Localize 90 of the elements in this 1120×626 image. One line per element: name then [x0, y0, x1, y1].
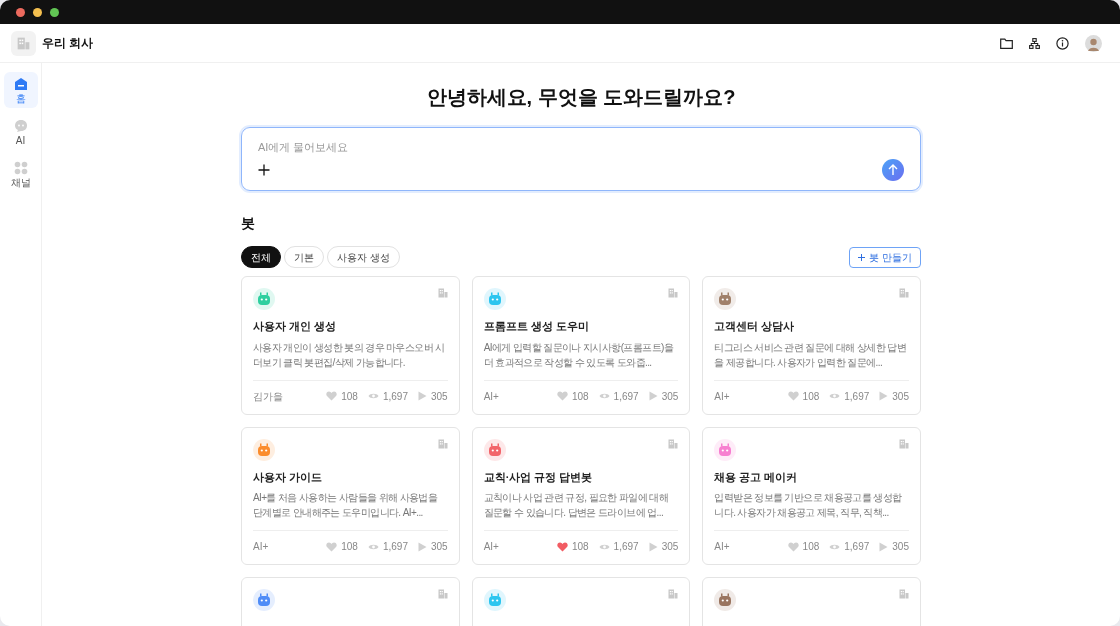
bot-author: AI+: [483, 389, 499, 404]
bot-author: AI+: [714, 389, 730, 404]
building-icon: [899, 589, 909, 599]
view-count: 1,697: [613, 389, 639, 404]
plus-icon: [858, 253, 866, 261]
bot-author: 김가을: [253, 389, 283, 404]
bot-card[interactable]: 사용자 개인 생성 사용자 개인이 생성한 봇의 경우 마우스오버 시 더보기 클릭 봇편집/삭제 가능합니다. 김가을 108 1,697 305: [241, 276, 460, 415]
bot-description: 교칙이나 사업 관련 규정, 필요한 파일에 대해 질문할 수 있습니다. 답변은 드라이브에 업...: [483, 491, 670, 520]
bot-title: 사용자 가이드: [253, 469, 324, 485]
view-count: 1,697: [382, 540, 408, 554]
bot-description: AI+를 처음 사용하는 사람들을 위해 사용법을 단계별로 안내해주는 도우미입니다. AI+...: [253, 491, 439, 520]
filter-tab[interactable]: 사용자 생성: [327, 246, 400, 268]
sidebar-item[interactable]: AI: [3, 114, 38, 150]
play-icon: [648, 391, 658, 401]
sidebar-item[interactable]: 채널: [3, 156, 38, 192]
view-count: 1,697: [844, 540, 870, 554]
run-count: 305: [661, 540, 679, 554]
prompt-field[interactable]: AI에게 물어보세요: [241, 127, 921, 191]
building-icon: [899, 288, 909, 298]
building-icon: [437, 589, 448, 599]
greeting-heading: 안녕하세요, 무엇을 도와드릴까요?: [425, 85, 737, 110]
building-icon: [437, 438, 448, 449]
bot-title: 채용 공고 메이커: [714, 469, 799, 485]
run-count: 305: [661, 389, 679, 404]
maximize-window-button[interactable]: [50, 7, 59, 17]
bot-card[interactable]: 교칙·사업 규정 답변봇 교칙이나 사업 관련 규정, 필요한 파일에 대해 질문할 수 있습니다. 답변은 드라이브에 업... AI+ 108 1,697 305: [471, 426, 691, 565]
like-count: 108: [802, 540, 820, 554]
view-count: 1,697: [382, 389, 408, 404]
building-icon: [899, 438, 909, 449]
folder-icon[interactable]: [1000, 37, 1013, 49]
home-icon: [13, 76, 28, 91]
create-bot-button[interactable]: 봇 만들기: [849, 246, 921, 268]
building-icon: [17, 36, 30, 50]
like-count: 108: [341, 540, 358, 554]
bot-description: AI에게 입력할 질문이나 지시사항(프롬프트)을 더 효과적으로 작성할 수 있도록 도와줍...: [483, 340, 675, 370]
eye-icon: [829, 542, 841, 551]
like-count: 108: [571, 389, 589, 404]
bot-author: AI+: [483, 540, 499, 554]
filter-tab[interactable]: 기본: [284, 246, 324, 268]
sidebar-item[interactable]: 홈: [3, 72, 38, 108]
building-icon: [668, 438, 679, 449]
bot-title: 고객센터 상담사: [714, 319, 796, 334]
like-count: 108: [341, 389, 358, 404]
play-icon: [648, 541, 658, 552]
bot-card[interactable]: 프롬프트 생성 도우미 AI에게 입력할 질문이나 지시사항(프롬프트)을 더 효과적으로 작성할 수 있도록 도와줍... AI+ 108 1,697 305: [471, 276, 691, 415]
filter-tab[interactable]: 전체: [241, 246, 281, 268]
prompt-input[interactable]: AI에게 물어보세요: [258, 139, 904, 156]
eye-icon: [829, 392, 841, 400]
bot-author: AI+: [253, 540, 269, 554]
bot-card[interactable]: 채용 공고 메이커 입력받은 정보를 기반으로 채용공고를 생성합니다. 사용자가 채용공고 제목, 직무, 직책... AI+ 108 1,697 305: [702, 426, 921, 565]
grid-icon: [13, 160, 28, 175]
info-icon[interactable]: [1056, 36, 1069, 50]
eye-icon: [598, 392, 610, 400]
view-count: 1,697: [613, 540, 639, 554]
run-count: 305: [892, 389, 909, 404]
bot-description: 입력받은 정보를 기반으로 채용공고를 생성합니다. 사용자가 채용공고 제목, 직무, 직책...: [714, 491, 903, 520]
eye-icon: [367, 392, 379, 400]
play-icon: [879, 391, 889, 401]
run-count: 305: [892, 540, 909, 554]
minimize-window-button[interactable]: [33, 7, 42, 17]
bot-card[interactable]: 고객센터 상담사 티그리스 서비스 관련 질문에 대해 상세한 답변을 제공합니다. 사용자가 입력한 질문에... AI+ 108 1,697 305: [702, 276, 921, 415]
bot-description: 사용자 개인이 생성한 봇의 경우 마우스오버 시 더보기 클릭 봇편집/삭제 가능합니다.: [253, 340, 446, 370]
send-button[interactable]: [882, 159, 904, 181]
plus-icon[interactable]: [258, 164, 270, 176]
section-title: 봇: [241, 214, 256, 233]
eye-icon: [367, 542, 379, 551]
close-window-button[interactable]: [16, 7, 25, 17]
bot-author: AI+: [714, 540, 730, 554]
bot-title: 교칙·사업 규정 답변봇: [483, 469, 594, 485]
building-icon: [668, 589, 679, 599]
view-count: 1,697: [844, 389, 870, 404]
bot-card[interactable]: 사용자 가이드 AI+를 처음 사용하는 사람들을 위해 사용법을 단계별로 안내해주는 도우미입니다. AI+... AI+ 108 1,697 305: [241, 426, 460, 565]
company-name: 우리 회사: [42, 35, 94, 52]
chat-bubble-icon: [13, 118, 28, 133]
heart-icon[interactable]: [556, 541, 568, 552]
bot-title: 사용자 개인 생성: [253, 319, 338, 334]
building-icon: [437, 288, 448, 298]
bot-description: 티그리스 서비스 관련 질문에 대해 상세한 답변을 제공합니다. 사용자가 입력한 질문에...: [714, 340, 907, 370]
play-icon: [879, 541, 889, 552]
like-count: 108: [571, 540, 589, 554]
like-count: 108: [802, 389, 820, 404]
eye-icon: [598, 542, 610, 551]
run-count: 305: [430, 540, 448, 554]
org-chart-icon[interactable]: [1029, 37, 1040, 49]
avatar[interactable]: [1085, 34, 1102, 52]
bot-title: 프롬프트 생성 도우미: [483, 319, 590, 334]
run-count: 305: [430, 389, 448, 404]
building-icon: [668, 288, 679, 298]
play-icon: [417, 541, 427, 552]
play-icon: [417, 391, 427, 401]
